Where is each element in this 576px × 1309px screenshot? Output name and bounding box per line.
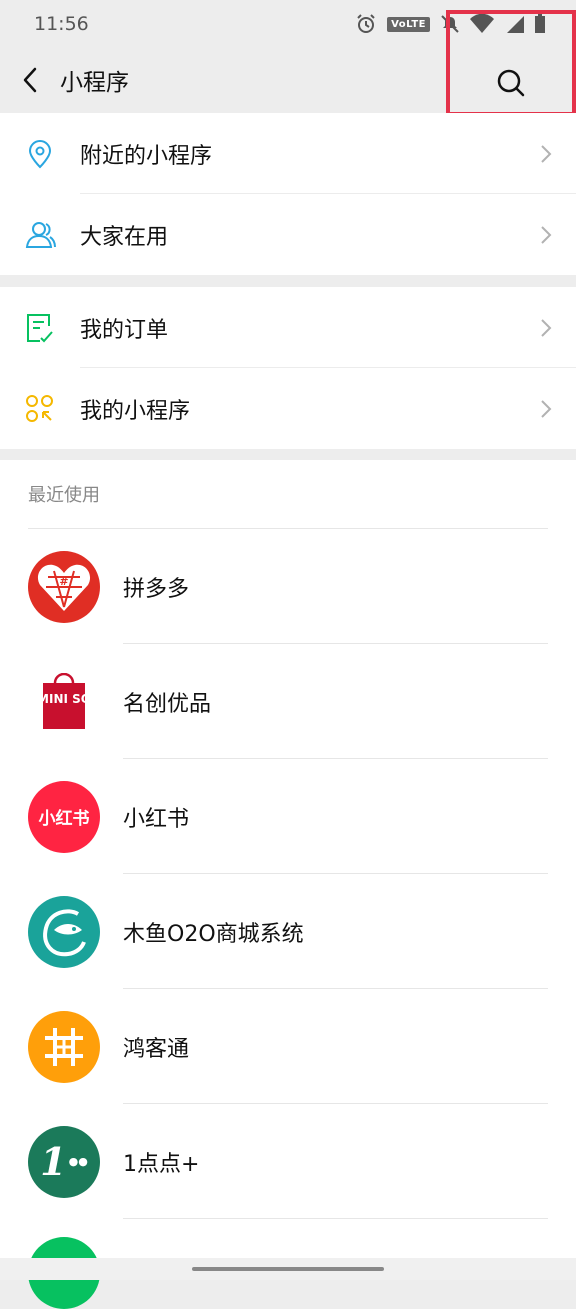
miniso-logo-icon: MINI SO bbox=[28, 665, 100, 738]
chevron-right-icon bbox=[516, 318, 576, 338]
users-icon bbox=[0, 220, 80, 250]
app-name: 名创优品 bbox=[123, 691, 212, 717]
app-name: 鸿客通 bbox=[123, 1036, 190, 1062]
chevron-right-icon bbox=[516, 399, 576, 419]
app-name: 小红书 bbox=[123, 806, 190, 832]
recent-title: 最近使用 bbox=[28, 460, 548, 529]
system-nav-bar bbox=[0, 1258, 576, 1280]
back-button[interactable] bbox=[2, 48, 58, 112]
1diandian-logo-icon: 1 ●● bbox=[28, 1125, 100, 1198]
svg-text:#: # bbox=[59, 575, 68, 588]
app-header: 小程序 bbox=[0, 10, 576, 116]
order-list-icon bbox=[0, 312, 80, 344]
recent-app-pinduoduo[interactable]: # 拼多多 bbox=[0, 529, 576, 644]
menu-item-my-miniprograms[interactable]: 我的小程序 bbox=[0, 368, 576, 449]
recent-app-xiaohongshu[interactable]: 小红书 小红书 bbox=[0, 759, 576, 874]
menu-item-label: 我的小程序 bbox=[80, 398, 191, 424]
status-time: 11:56 bbox=[34, 13, 89, 35]
recent-app-muyu-o2o[interactable]: 木鱼O2O商城系统 bbox=[0, 874, 576, 989]
menu-item-popular[interactable]: 大家在用 bbox=[0, 194, 576, 275]
search-button[interactable] bbox=[446, 10, 576, 116]
menu-item-label: 大家在用 bbox=[80, 224, 169, 250]
recent-app-hongketong[interactable]: 鸿客通 bbox=[0, 989, 576, 1104]
miniso-logo-text: MINI SO bbox=[41, 692, 87, 706]
my-miniprograms-icon bbox=[0, 394, 80, 424]
pinduoduo-logo-icon: # bbox=[28, 550, 100, 623]
muyu-fish-logo-icon bbox=[28, 895, 100, 968]
menu-group-mine: 我的订单 我的小程序 bbox=[0, 287, 576, 449]
volte-badge: VoLTE bbox=[387, 16, 430, 32]
menu-group-discover: 附近的小程序 大家在用 bbox=[0, 113, 576, 275]
recent-section: 最近使用 # 拼多多 MINI SO 名创优品 小红书 小红书 木鱼O2O商城系… bbox=[0, 460, 576, 1309]
app-name: 1点点+ bbox=[123, 1151, 200, 1177]
menu-item-nearby[interactable]: 附近的小程序 bbox=[0, 113, 576, 194]
chevron-right-icon bbox=[516, 144, 576, 164]
recent-app-miniso[interactable]: MINI SO 名创优品 bbox=[0, 644, 576, 759]
menu-item-label: 我的订单 bbox=[80, 317, 169, 343]
recent-app-1diandian[interactable]: 1 ●● 1点点+ bbox=[0, 1104, 576, 1219]
menu-item-my-orders[interactable]: 我的订单 bbox=[0, 287, 576, 368]
hongketong-logo-icon bbox=[28, 1010, 100, 1083]
back-arrow-icon bbox=[23, 67, 37, 93]
search-icon bbox=[497, 69, 525, 97]
app-name: 拼多多 bbox=[123, 576, 190, 602]
xiaohongshu-logo-icon: 小红书 bbox=[28, 780, 100, 853]
menu-item-label: 附近的小程序 bbox=[80, 143, 213, 169]
1diandian-logo-text: 1 bbox=[40, 1139, 67, 1184]
alarm-icon bbox=[357, 14, 375, 33]
xiaohongshu-logo-text: 小红书 bbox=[38, 809, 90, 829]
location-pin-icon bbox=[0, 139, 80, 169]
1diandian-logo-dots: ●● bbox=[68, 1155, 88, 1168]
chevron-right-icon bbox=[516, 225, 576, 245]
page-title: 小程序 bbox=[60, 70, 129, 96]
app-name: 木鱼O2O商城系统 bbox=[123, 921, 304, 947]
home-indicator[interactable] bbox=[192, 1267, 384, 1271]
